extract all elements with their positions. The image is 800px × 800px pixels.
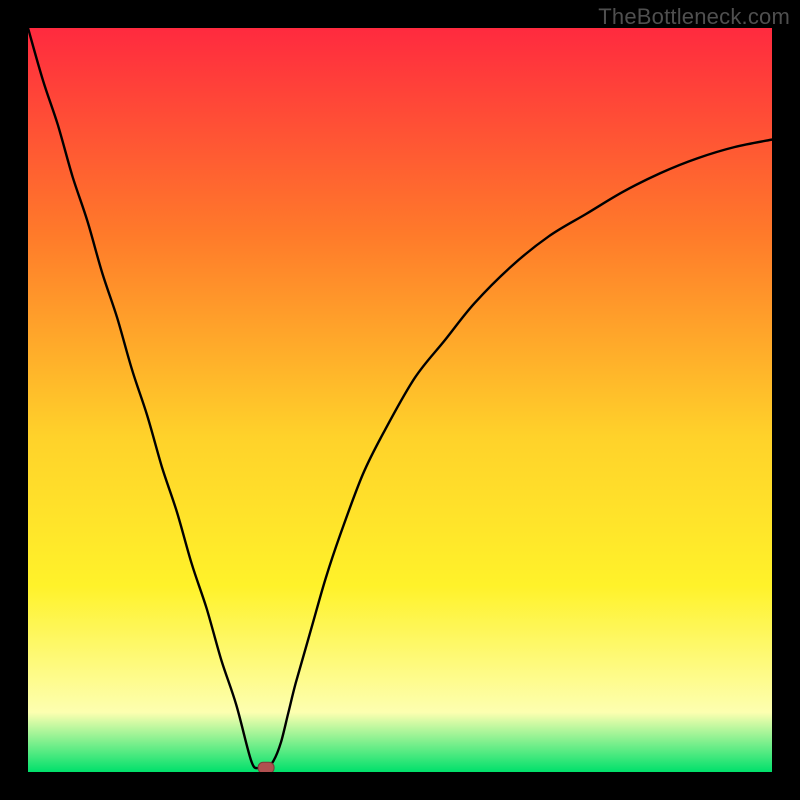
plot-area xyxy=(28,28,772,772)
chart-frame: TheBottleneck.com xyxy=(0,0,800,800)
chart-svg xyxy=(28,28,772,772)
gradient-background xyxy=(28,28,772,772)
optimal-marker xyxy=(258,762,274,772)
watermark-text: TheBottleneck.com xyxy=(598,4,790,30)
